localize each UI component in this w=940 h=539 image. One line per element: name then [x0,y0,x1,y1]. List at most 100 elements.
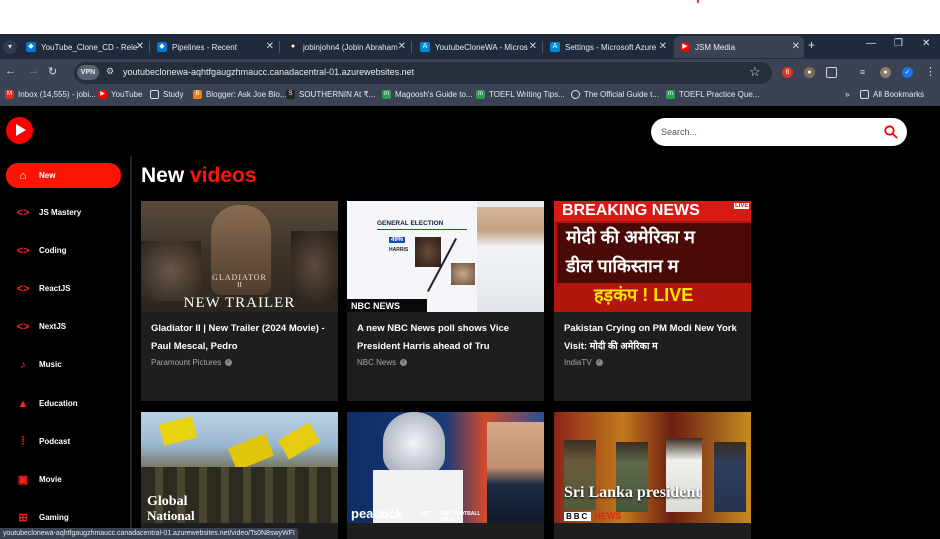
tab-search-icon[interactable]: ▾ [3,40,17,54]
video-card[interactable]: Sri Lanka president BBC NEWS [554,412,751,539]
page-title: New videos [141,164,257,188]
sidebar-item-podcast[interactable]: ⦙ Podcast [6,429,121,454]
thumbnail-host [487,422,544,523]
new-tab-button[interactable]: + [808,38,815,52]
sidebar-item-coding[interactable]: <> Coding [6,238,121,263]
thumbnail-text: 49% [389,237,406,243]
close-window-icon[interactable]: ✕ [922,38,930,49]
video-card[interactable]: GLADIATOR II NEW TRAILER Gladiator II | … [141,201,338,401]
thumbnail-portrait [451,263,475,285]
sidebar-item-education[interactable]: ▲ Education [6,391,121,416]
bookmark-star-icon[interactable]: ☆ [749,64,761,80]
thumbnail-flag [158,416,198,446]
close-icon[interactable]: ✕ [659,41,667,52]
tab-github[interactable]: ● jobinjohn4 (Jobin Abraham ✕ [282,36,410,58]
youtube-icon: ▶ [680,42,690,52]
video-thumbnail[interactable]: GENERAL ELECTION 49% HARRIS NBC NEWS [347,201,544,312]
bookmark-item[interactable]: The Official Guide t... [571,90,659,99]
tab-jsm-media[interactable]: ▶ JSM Media ✕ [674,36,804,58]
sidebar-item-nextjs[interactable]: <> NextJS [6,314,121,339]
channel-name[interactable]: NBC News ✓ [357,358,408,367]
channel-name[interactable]: Paramount Pictures ✓ [151,358,233,367]
thumbnail-text: II [237,281,242,289]
video-title[interactable]: Pakistan Crying on PM Modi New York Visi… [564,320,749,355]
restore-icon[interactable]: ❐ [894,38,903,49]
close-icon[interactable]: ✕ [136,41,144,52]
video-thumbnail[interactable]: GLADIATOR II NEW TRAILER [141,201,338,312]
back-arrow-icon[interactable]: ← [5,65,16,77]
bookmarks-overflow-icon[interactable]: » [845,90,849,99]
search-bar [651,118,907,146]
sidebar-item-js-mastery[interactable]: <> JS Mastery [6,200,121,225]
video-card[interactable]: BREAKING NEWS LIVE मोदी की अमेरिका म डील… [554,201,751,401]
tab-pipelines[interactable]: ◆ Pipelines - Recent ✕ [151,36,278,58]
close-icon[interactable]: ✕ [792,41,800,52]
tab-label: YoutubeCloneWA - Micros [435,42,528,52]
bookmark-item[interactable]: m TOEFL Practice Que... [666,90,759,99]
minimize-icon[interactable]: — [866,38,876,49]
video-thumbnail[interactable]: BREAKING NEWS LIVE मोदी की अमेरिका म डील… [554,201,751,312]
bookmark-item[interactable]: m TOEFL Writing Tips... [476,90,565,99]
app-logo-icon[interactable] [6,117,33,144]
video-thumbnail[interactable]: Global National [141,412,338,523]
sidebar-item-gaming[interactable]: ⊞ Gaming [6,505,121,530]
sidebar-item-reactjs[interactable]: <> ReactJS [6,276,121,301]
extension-badge-icon[interactable]: 6 [782,67,793,78]
bookmark-item[interactable]: B Blogger: Ask Joe Blo... [193,90,287,99]
video-card[interactable]: Global National [141,412,338,539]
all-bookmarks-button[interactable]: All Bookmarks [860,90,924,99]
forward-arrow-icon[interactable]: → [28,65,39,77]
extension-cookie-icon[interactable]: ● [804,67,815,78]
bookmark-item[interactable]: Study [150,90,183,99]
azure-devops-icon: ◆ [157,42,167,52]
bookmark-item[interactable]: S SOUTHERNIN At ₹... [286,90,375,99]
more-menu-icon[interactable]: ⋮ [925,65,936,78]
tab-label: Pipelines - Recent [172,42,237,52]
password-check-icon[interactable]: ✓ [902,67,913,78]
video-card[interactable]: GENERAL ELECTION 49% HARRIS NBC NEWS A n… [347,201,544,401]
sidebar-item-new[interactable]: ⌂ New [6,163,121,188]
bookmark-item[interactable]: ▶ YouTube [98,90,142,99]
video-thumbnail[interactable]: Sri Lanka president BBC NEWS [554,412,751,523]
thumbnail-figure [141,241,201,301]
thumbnail-text: NEW TRAILER [183,295,296,311]
tab-youtube-clone-cd[interactable]: ◆ YouTube_Clone_CD - Rele ✕ [20,36,148,58]
thumbnail-figure [291,231,338,301]
video-thumbnail[interactable]: peacock PFT PRO FOOTBALL TALK [347,412,544,523]
video-title[interactable]: Gladiator II | New Trailer (2024 Movie) … [151,320,336,355]
sidebar-item-label: New [39,171,56,180]
close-icon[interactable]: ✕ [529,41,537,52]
channel-name[interactable]: IndiaTV ✓ [564,358,603,367]
bookmark-label: Magoosh's Guide to... [395,90,473,99]
code-icon: <> [16,320,30,333]
vpn-badge[interactable]: VPN [77,65,99,80]
profile-avatar-icon[interactable]: ● [880,67,891,78]
azure-icon: A [550,42,560,52]
bookmark-item[interactable]: M Inbox (14,555) - jobi... [5,90,96,99]
thumbnail-text: National [147,508,195,523]
search-icon[interactable] [883,124,899,140]
tab-youtubeclonewa[interactable]: A YoutubeCloneWA - Micros ✕ [414,36,541,58]
reading-list-icon[interactable]: ≡ [857,67,868,78]
video-card[interactable]: peacock PFT PRO FOOTBALL TALK [347,412,544,539]
close-icon[interactable]: ✕ [398,41,406,52]
sidebar-item-label: ReactJS [39,284,71,293]
bookmark-label: The Official Guide t... [584,90,659,99]
tab-azure-settings[interactable]: A Settings - Microsoft Azure ✕ [544,36,671,58]
close-icon[interactable]: ✕ [266,41,274,52]
url-text[interactable]: youtubeclonewa-aqhtfgaugzhmaucc.canadace… [123,67,414,77]
site-info-icon[interactable]: ⚙ [106,66,114,77]
bookmark-item[interactable]: m Magoosh's Guide to... [382,90,473,99]
reload-icon[interactable]: ↻ [48,65,57,78]
search-input[interactable] [661,124,861,140]
sidebar-item-movie[interactable]: ▣ Movie [6,467,121,492]
bookmark-label: Study [163,90,184,99]
video-title[interactable]: A new NBC News poll shows Vice President… [357,320,542,355]
extensions-puzzle-icon[interactable] [826,67,837,78]
sidebar-item-label: Education [39,399,78,408]
channel-label: Paramount Pictures [151,358,222,367]
thumbnail-flag [227,433,275,471]
azure-devops-icon: ◆ [26,42,36,52]
sidebar-item-music[interactable]: ♪ Music [6,352,121,377]
tab-label: Settings - Microsoft Azure [565,42,657,52]
